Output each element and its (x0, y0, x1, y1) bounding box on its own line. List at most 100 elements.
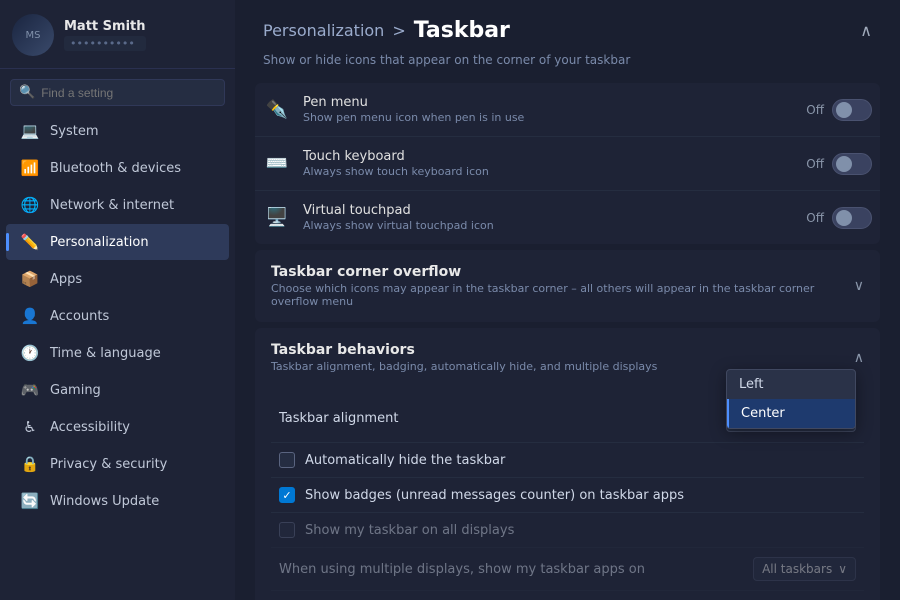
sidebar-item-system[interactable]: 💻 System (6, 113, 229, 149)
alignment-option-left[interactable]: Left (727, 370, 855, 399)
show-badges-label: Show badges (unread messages counter) on… (305, 488, 684, 503)
touch-keyboard-text: Touch keyboard Always show touch keyboar… (303, 149, 794, 178)
sidebar-item-privacy[interactable]: 🔒 Privacy & security (6, 446, 229, 482)
corner-overflow-header[interactable]: Taskbar corner overflow Choose which ico… (255, 250, 880, 322)
all-displays-label: Show my taskbar on all displays (305, 523, 514, 538)
auto-hide-label: Automatically hide the taskbar (305, 453, 505, 468)
virtual-touchpad-toggle-off-label: Off (806, 211, 824, 225)
bluetooth-icon: 📶 (20, 158, 40, 178)
content-area: Show or hide icons that appear on the co… (235, 53, 900, 600)
avatar-initials: MS (26, 30, 41, 41)
virtual-touchpad-toggle[interactable] (832, 207, 872, 229)
sidebar-item-label: Apps (50, 272, 82, 287)
breadcrumb-parent: Personalization (263, 21, 384, 40)
sidebar-item-accessibility[interactable]: ♿ Accessibility (6, 409, 229, 445)
pen-menu-toggle-off-label: Off (806, 103, 824, 117)
page-header: Personalization > Taskbar ∧ (235, 0, 900, 53)
pen-menu-text: Pen menu Show pen menu icon when pen is … (303, 95, 794, 124)
virtual-touchpad-label: Virtual touchpad (303, 203, 794, 218)
accounts-icon: 👤 (20, 306, 40, 326)
pen-menu-toggle[interactable] (832, 99, 872, 121)
sidebar-item-network[interactable]: 🌐 Network & internet (6, 187, 229, 223)
pen-menu-icon: ✒️ (263, 96, 291, 124)
user-section: MS Matt Smith •••••••••• (0, 0, 235, 69)
touch-keyboard-toggle-off-label: Off (806, 157, 824, 171)
virtual-touchpad-toggle-area: Off (806, 207, 872, 229)
sidebar: MS Matt Smith •••••••••• 🔍 💻 System 📶 Bl… (0, 0, 235, 600)
touch-keyboard-toggle[interactable] (832, 153, 872, 175)
sidebar-item-label: Privacy & security (50, 457, 167, 472)
system-icon: 💻 (20, 121, 40, 141)
user-info: Matt Smith •••••••••• (64, 19, 146, 51)
apps-icon: 📦 (20, 269, 40, 289)
corner-overflow-subtitle: Choose which icons may appear in the tas… (271, 282, 854, 308)
time-icon: 🕐 (20, 343, 40, 363)
auto-hide-checkbox[interactable] (279, 452, 295, 468)
privacy-icon: 🔒 (20, 454, 40, 474)
search-icon: 🔍 (19, 85, 35, 100)
main-content: Personalization > Taskbar ∧ Show or hide… (235, 0, 900, 600)
show-badges-checkmark: ✓ (282, 489, 291, 502)
sidebar-item-label: Accounts (50, 309, 109, 324)
touch-keyboard-row: ⌨️ Touch keyboard Always show touch keyb… (255, 137, 880, 191)
alignment-option-center[interactable]: Center (727, 399, 855, 428)
personalization-icon: ✏️ (20, 232, 40, 252)
virtual-touchpad-row: 🖥️ Virtual touchpad Always show virtual … (255, 191, 880, 244)
sidebar-item-label: System (50, 124, 98, 139)
sidebar-item-label: Time & language (50, 346, 161, 361)
sidebar-item-label: Windows Update (50, 494, 159, 509)
corner-icons-intro: Show or hide icons that appear on the co… (255, 53, 880, 77)
sidebar-item-label: Bluetooth & devices (50, 161, 181, 176)
network-icon: 🌐 (20, 195, 40, 215)
alignment-dropdown-popup: Left Center (726, 369, 856, 429)
multi-display-row: When using multiple displays, show my ta… (271, 548, 864, 591)
virtual-touchpad-desc: Always show virtual touchpad icon (303, 219, 794, 232)
corner-icons-section: ✒️ Pen menu Show pen menu icon when pen … (255, 83, 880, 244)
accessibility-icon: ♿ (20, 417, 40, 437)
corner-overflow-header-text: Taskbar corner overflow Choose which ico… (271, 264, 854, 308)
behaviors-title: Taskbar behaviors (271, 342, 854, 358)
sidebar-item-label: Accessibility (50, 420, 130, 435)
sidebar-item-apps[interactable]: 📦 Apps (6, 261, 229, 297)
all-displays-checkbox (279, 522, 295, 538)
corner-overflow-section: Taskbar corner overflow Choose which ico… (255, 250, 880, 322)
touch-keyboard-icon: ⌨️ (263, 150, 291, 178)
pen-menu-desc: Show pen menu icon when pen is in use (303, 111, 794, 124)
virtual-touchpad-toggle-thumb (836, 210, 852, 226)
search-input[interactable] (41, 86, 216, 100)
update-icon: 🔄 (20, 491, 40, 511)
sidebar-item-gaming[interactable]: 🎮 Gaming (6, 372, 229, 408)
behaviors-section: Taskbar behaviors Taskbar alignment, bad… (255, 328, 880, 600)
sidebar-nav: 💻 System 📶 Bluetooth & devices 🌐 Network… (0, 112, 235, 520)
sidebar-item-windows-update[interactable]: 🔄 Windows Update (6, 483, 229, 519)
sidebar-item-personalization[interactable]: ✏️ Personalization (6, 224, 229, 260)
far-corner-row: ✓ Select the far corner of the taskbar t… (271, 591, 864, 600)
corner-overflow-title: Taskbar corner overflow (271, 264, 854, 280)
avatar-image: MS (12, 14, 54, 56)
corner-overflow-chevron: ∨ (854, 278, 864, 294)
touch-keyboard-label: Touch keyboard (303, 149, 794, 164)
breadcrumb-current: Taskbar (414, 18, 510, 43)
virtual-touchpad-text: Virtual touchpad Always show virtual tou… (303, 203, 794, 232)
behaviors-chevron: ∧ (854, 350, 864, 366)
sidebar-item-time[interactable]: 🕐 Time & language (6, 335, 229, 371)
auto-hide-row: Automatically hide the taskbar (271, 443, 864, 478)
search-box[interactable]: 🔍 (10, 79, 225, 106)
touch-keyboard-toggle-area: Off (806, 153, 872, 175)
user-name: Matt Smith (64, 19, 146, 34)
multi-display-option: All taskbars (762, 562, 832, 576)
pen-menu-toggle-area: Off (806, 99, 872, 121)
alignment-label: Taskbar alignment (279, 411, 726, 426)
scroll-up-button[interactable]: ∧ (860, 21, 872, 40)
avatar: MS (12, 14, 54, 56)
sidebar-item-accounts[interactable]: 👤 Accounts (6, 298, 229, 334)
active-indicator (6, 233, 9, 251)
all-displays-row: Show my taskbar on all displays (271, 513, 864, 548)
alignment-row: Taskbar alignment Left Center Center ∨ (271, 395, 864, 443)
touch-keyboard-desc: Always show touch keyboard icon (303, 165, 794, 178)
show-badges-checkbox[interactable]: ✓ (279, 487, 295, 503)
multi-display-dropdown: All taskbars ∨ (753, 557, 856, 581)
sidebar-item-bluetooth[interactable]: 📶 Bluetooth & devices (6, 150, 229, 186)
sidebar-item-label: Network & internet (50, 198, 174, 213)
pen-menu-toggle-thumb (836, 102, 852, 118)
